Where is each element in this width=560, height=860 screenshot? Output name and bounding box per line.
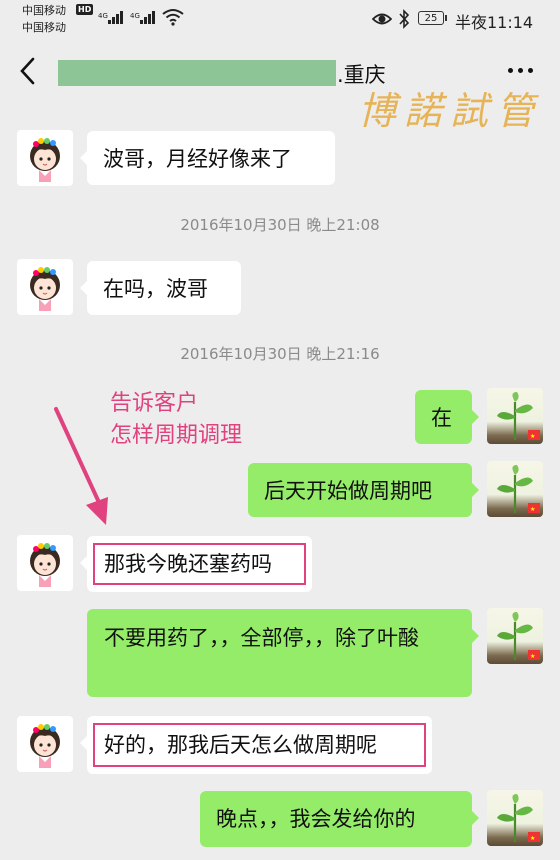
network-type-1: 4G	[98, 12, 108, 20]
status-bar: 中国移动 HD 中国移动 4G 4G 25 半夜11:14	[0, 0, 560, 40]
svg-text:★: ★	[530, 653, 535, 660]
annotation-line-1: 告诉客户	[110, 391, 199, 416]
back-icon[interactable]	[18, 57, 38, 85]
svg-text:★: ★	[530, 835, 535, 842]
annotation-line-2: 怎样周期调理	[110, 423, 243, 448]
redacted-contact-name	[58, 60, 336, 86]
message-text: 后天开始做周期吧	[264, 479, 432, 503]
wifi-icon	[162, 9, 184, 26]
plant-avatar[interactable]: ★	[487, 388, 543, 444]
timestamp: 2016年10月30日 晚上21:08	[180, 216, 380, 234]
more-icon[interactable]	[506, 68, 536, 76]
signal-icon-1	[108, 10, 124, 24]
girl-avatar[interactable]	[17, 716, 73, 772]
svg-text:★: ★	[530, 433, 535, 440]
message-bubble-out[interactable]: 不要用药了，，全部停，，除了叶酸	[87, 609, 479, 697]
annotation-note: 告诉客户 怎样周期调理	[110, 388, 242, 452]
girl-avatar[interactable]	[17, 130, 73, 186]
plant-avatar[interactable]: ★	[487, 608, 543, 664]
message-bubble-in[interactable]: 波哥，月经好像来了	[80, 131, 335, 185]
watermark-logo: 博諾試管	[358, 89, 543, 133]
message-bubble-out[interactable]: 后天开始做周期吧	[248, 463, 479, 517]
timestamp: 2016年10月30日 晚上21:16	[180, 345, 380, 363]
message-text: 不要用药了，，全部停，，除了叶酸	[104, 626, 419, 650]
plant-avatar[interactable]: ★	[487, 790, 543, 846]
girl-avatar[interactable]	[17, 535, 73, 591]
status-time: 半夜11:14	[455, 13, 534, 32]
network-type-2: 4G	[130, 12, 140, 20]
arrow-icon	[54, 407, 108, 525]
battery-indicator: 25	[418, 11, 447, 25]
message-text: 晚点，，我会发给你的	[216, 807, 416, 831]
signal-icon-2	[140, 10, 156, 24]
message-text: 好的，那我后天怎么做周期呢	[104, 733, 377, 757]
bluetooth-icon	[399, 9, 410, 29]
carrier-label-1: 中国移动	[22, 4, 66, 17]
carrier-label-2: 中国移动	[22, 21, 66, 34]
eye-icon	[372, 13, 392, 25]
message-text: 那我今晚还塞药吗	[104, 552, 272, 576]
message-text: 波哥，月经好像来了	[103, 147, 292, 171]
message-bubble-out[interactable]: 晚点，，我会发给你的	[200, 791, 479, 847]
message-text: 在	[431, 406, 452, 430]
message-text: 在吗，波哥	[103, 277, 208, 301]
message-bubble-in[interactable]: 在吗，波哥	[80, 261, 241, 315]
hd-badge: HD	[76, 4, 94, 15]
girl-avatar[interactable]	[17, 259, 73, 315]
message-bubble-in[interactable]: 那我今晚还塞药吗	[80, 536, 312, 592]
message-bubble-in[interactable]: 好的，那我后天怎么做周期呢	[80, 716, 432, 774]
plant-avatar[interactable]: ★	[487, 461, 543, 517]
highlight-box: 好的，那我后天怎么做周期呢	[93, 723, 426, 767]
message-bubble-out[interactable]: 在	[415, 390, 479, 444]
svg-text:★: ★	[530, 506, 535, 513]
highlight-box: 那我今晚还塞药吗	[93, 543, 306, 585]
